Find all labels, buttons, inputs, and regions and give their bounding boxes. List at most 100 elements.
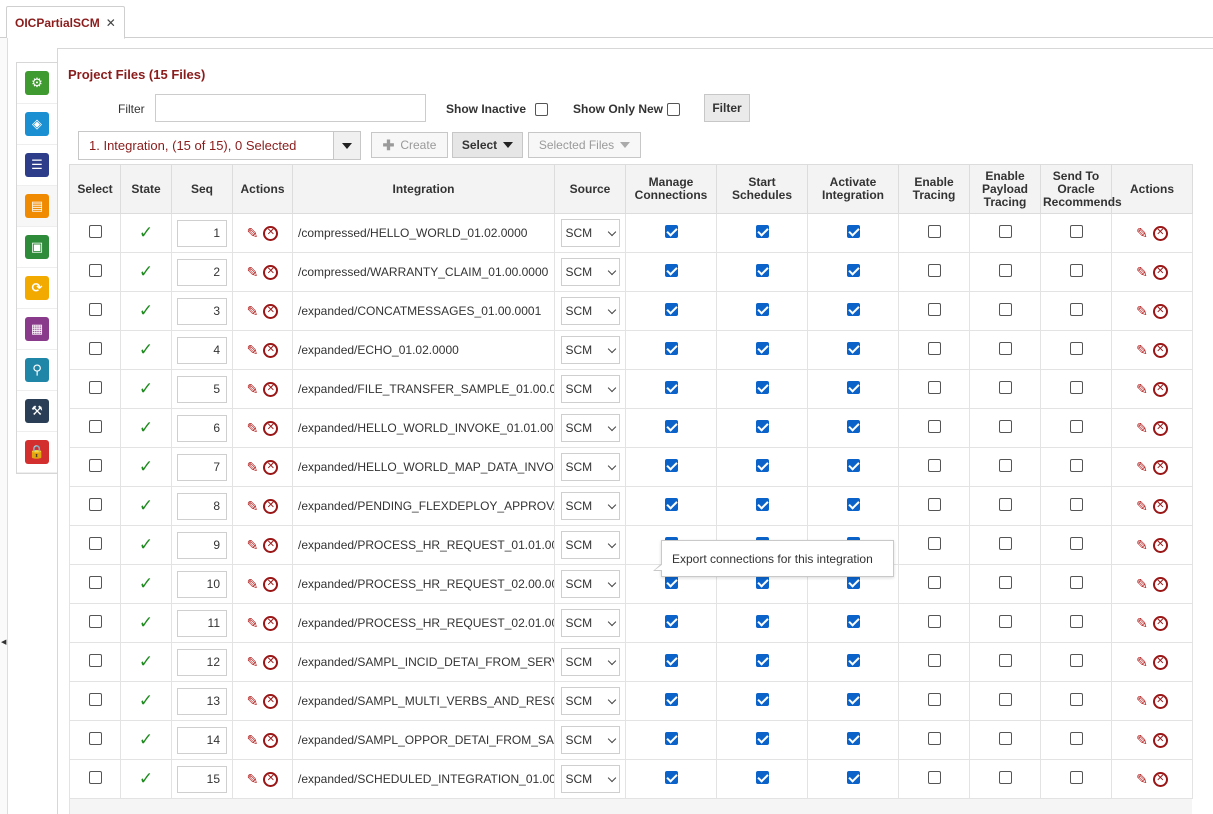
row-select-checkbox[interactable] [88,381,102,394]
edit-pencil-icon[interactable]: ✎ [247,576,259,593]
edit-pencil-icon[interactable]: ✎ [247,693,259,710]
col-seq[interactable]: Seq [171,164,233,214]
row-select-checkbox[interactable] [88,654,102,667]
enable-payload-tracing-checkbox[interactable] [998,264,1012,277]
manage-connections-checkbox[interactable] [664,771,678,784]
manage-connections-checkbox[interactable] [664,264,678,277]
remove-circle-x-icon[interactable]: ✕ [1152,654,1168,670]
edit-pencil-icon[interactable]: ✎ [1136,342,1148,359]
edit-pencil-icon[interactable]: ✎ [1136,225,1148,242]
seq-input[interactable]: 12 [177,648,227,676]
remove-circle-x-icon[interactable]: ✕ [263,771,279,787]
edit-pencil-icon[interactable]: ✎ [247,420,259,437]
enable-tracing-checkbox[interactable] [927,225,941,238]
activate-integration-checkbox[interactable] [846,420,860,433]
enable-tracing-checkbox[interactable] [927,732,941,745]
edit-pencil-icon[interactable]: ✎ [1136,420,1148,437]
row-select-checkbox[interactable] [88,615,102,628]
row-select-checkbox[interactable] [88,732,102,745]
filter-input[interactable] [155,94,426,122]
enable-payload-tracing-checkbox[interactable] [998,693,1012,706]
start-schedules-checkbox[interactable] [755,771,769,784]
enable-tracing-checkbox[interactable] [927,576,941,589]
rail-item-document[interactable]: ▤ [17,186,57,227]
close-icon[interactable]: ✕ [106,16,116,30]
enable-tracing-checkbox[interactable] [927,420,941,433]
edit-pencil-icon[interactable]: ✎ [247,654,259,671]
enable-tracing-checkbox[interactable] [927,654,941,667]
send-to-oracle-recommends-checkbox[interactable] [1069,732,1083,745]
col-manage-connections[interactable]: Manage Connections [625,164,717,214]
remove-circle-x-icon[interactable]: ✕ [1152,771,1168,787]
enable-payload-tracing-checkbox[interactable] [998,615,1012,628]
edit-pencil-icon[interactable]: ✎ [1136,693,1148,710]
edit-pencil-icon[interactable]: ✎ [1136,459,1148,476]
source-select[interactable]: SCM [560,453,620,481]
remove-circle-x-icon[interactable]: ✕ [1152,303,1168,319]
source-select[interactable]: SCM [560,609,620,637]
enable-payload-tracing-checkbox[interactable] [998,342,1012,355]
start-schedules-checkbox[interactable] [755,264,769,277]
activate-integration-checkbox[interactable] [846,576,860,589]
send-to-oracle-recommends-checkbox[interactable] [1069,615,1083,628]
seq-input[interactable]: 14 [177,726,227,754]
remove-circle-x-icon[interactable]: ✕ [263,381,279,397]
edit-pencil-icon[interactable]: ✎ [247,225,259,242]
enable-payload-tracing-checkbox[interactable] [998,576,1012,589]
col-select[interactable]: Select [69,164,121,214]
enable-payload-tracing-checkbox[interactable] [998,537,1012,550]
send-to-oracle-recommends-checkbox[interactable] [1069,225,1083,238]
enable-tracing-checkbox[interactable] [927,693,941,706]
edit-pencil-icon[interactable]: ✎ [247,732,259,749]
start-schedules-checkbox[interactable] [755,693,769,706]
activate-integration-checkbox[interactable] [846,303,860,316]
document-type-select[interactable]: 1. Integration, (15 of 15), 0 Selected [78,131,361,160]
seq-input[interactable]: 4 [177,336,227,364]
collapse-arrow-icon[interactable]: ◀ [1,638,6,646]
activate-integration-checkbox[interactable] [846,732,860,745]
manage-connections-checkbox[interactable] [664,225,678,238]
remove-circle-x-icon[interactable]: ✕ [1152,264,1168,280]
send-to-oracle-recommends-checkbox[interactable] [1069,264,1083,277]
start-schedules-checkbox[interactable] [755,615,769,628]
enable-payload-tracing-checkbox[interactable] [998,303,1012,316]
enable-payload-tracing-checkbox[interactable] [998,498,1012,511]
enable-payload-tracing-checkbox[interactable] [998,732,1012,745]
enable-tracing-checkbox[interactable] [927,459,941,472]
seq-input[interactable]: 15 [177,765,227,793]
remove-circle-x-icon[interactable]: ✕ [263,459,279,475]
edit-pencil-icon[interactable]: ✎ [1136,537,1148,554]
edit-pencil-icon[interactable]: ✎ [1136,615,1148,632]
source-select[interactable]: SCM [560,375,620,403]
remove-circle-x-icon[interactable]: ✕ [1152,537,1168,553]
source-select[interactable]: SCM [560,492,620,520]
send-to-oracle-recommends-checkbox[interactable] [1069,771,1083,784]
activate-integration-checkbox[interactable] [846,264,860,277]
edit-pencil-icon[interactable]: ✎ [1136,732,1148,749]
manage-connections-checkbox[interactable] [664,342,678,355]
source-select[interactable]: SCM [560,765,620,793]
edit-pencil-icon[interactable]: ✎ [1136,498,1148,515]
start-schedules-checkbox[interactable] [755,654,769,667]
seq-input[interactable]: 1 [177,219,227,247]
rail-item-robot-arm[interactable]: ⚒ [17,391,57,432]
remove-circle-x-icon[interactable]: ✕ [1152,420,1168,436]
enable-payload-tracing-checkbox[interactable] [998,381,1012,394]
col-start-schedules[interactable]: Start Schedules [716,164,808,214]
remove-circle-x-icon[interactable]: ✕ [1152,498,1168,514]
enable-tracing-checkbox[interactable] [927,771,941,784]
remove-circle-x-icon[interactable]: ✕ [263,576,279,592]
source-select[interactable]: SCM [560,336,620,364]
source-select[interactable]: SCM [560,648,620,676]
send-to-oracle-recommends-checkbox[interactable] [1069,498,1083,511]
enable-tracing-checkbox[interactable] [927,498,941,511]
row-select-checkbox[interactable] [88,576,102,589]
remove-circle-x-icon[interactable]: ✕ [1152,459,1168,475]
seq-input[interactable]: 6 [177,414,227,442]
send-to-oracle-recommends-checkbox[interactable] [1069,342,1083,355]
start-schedules-checkbox[interactable] [755,342,769,355]
activate-integration-checkbox[interactable] [846,654,860,667]
source-select[interactable]: SCM [560,414,620,442]
remove-circle-x-icon[interactable]: ✕ [1152,381,1168,397]
manage-connections-checkbox[interactable] [664,732,678,745]
